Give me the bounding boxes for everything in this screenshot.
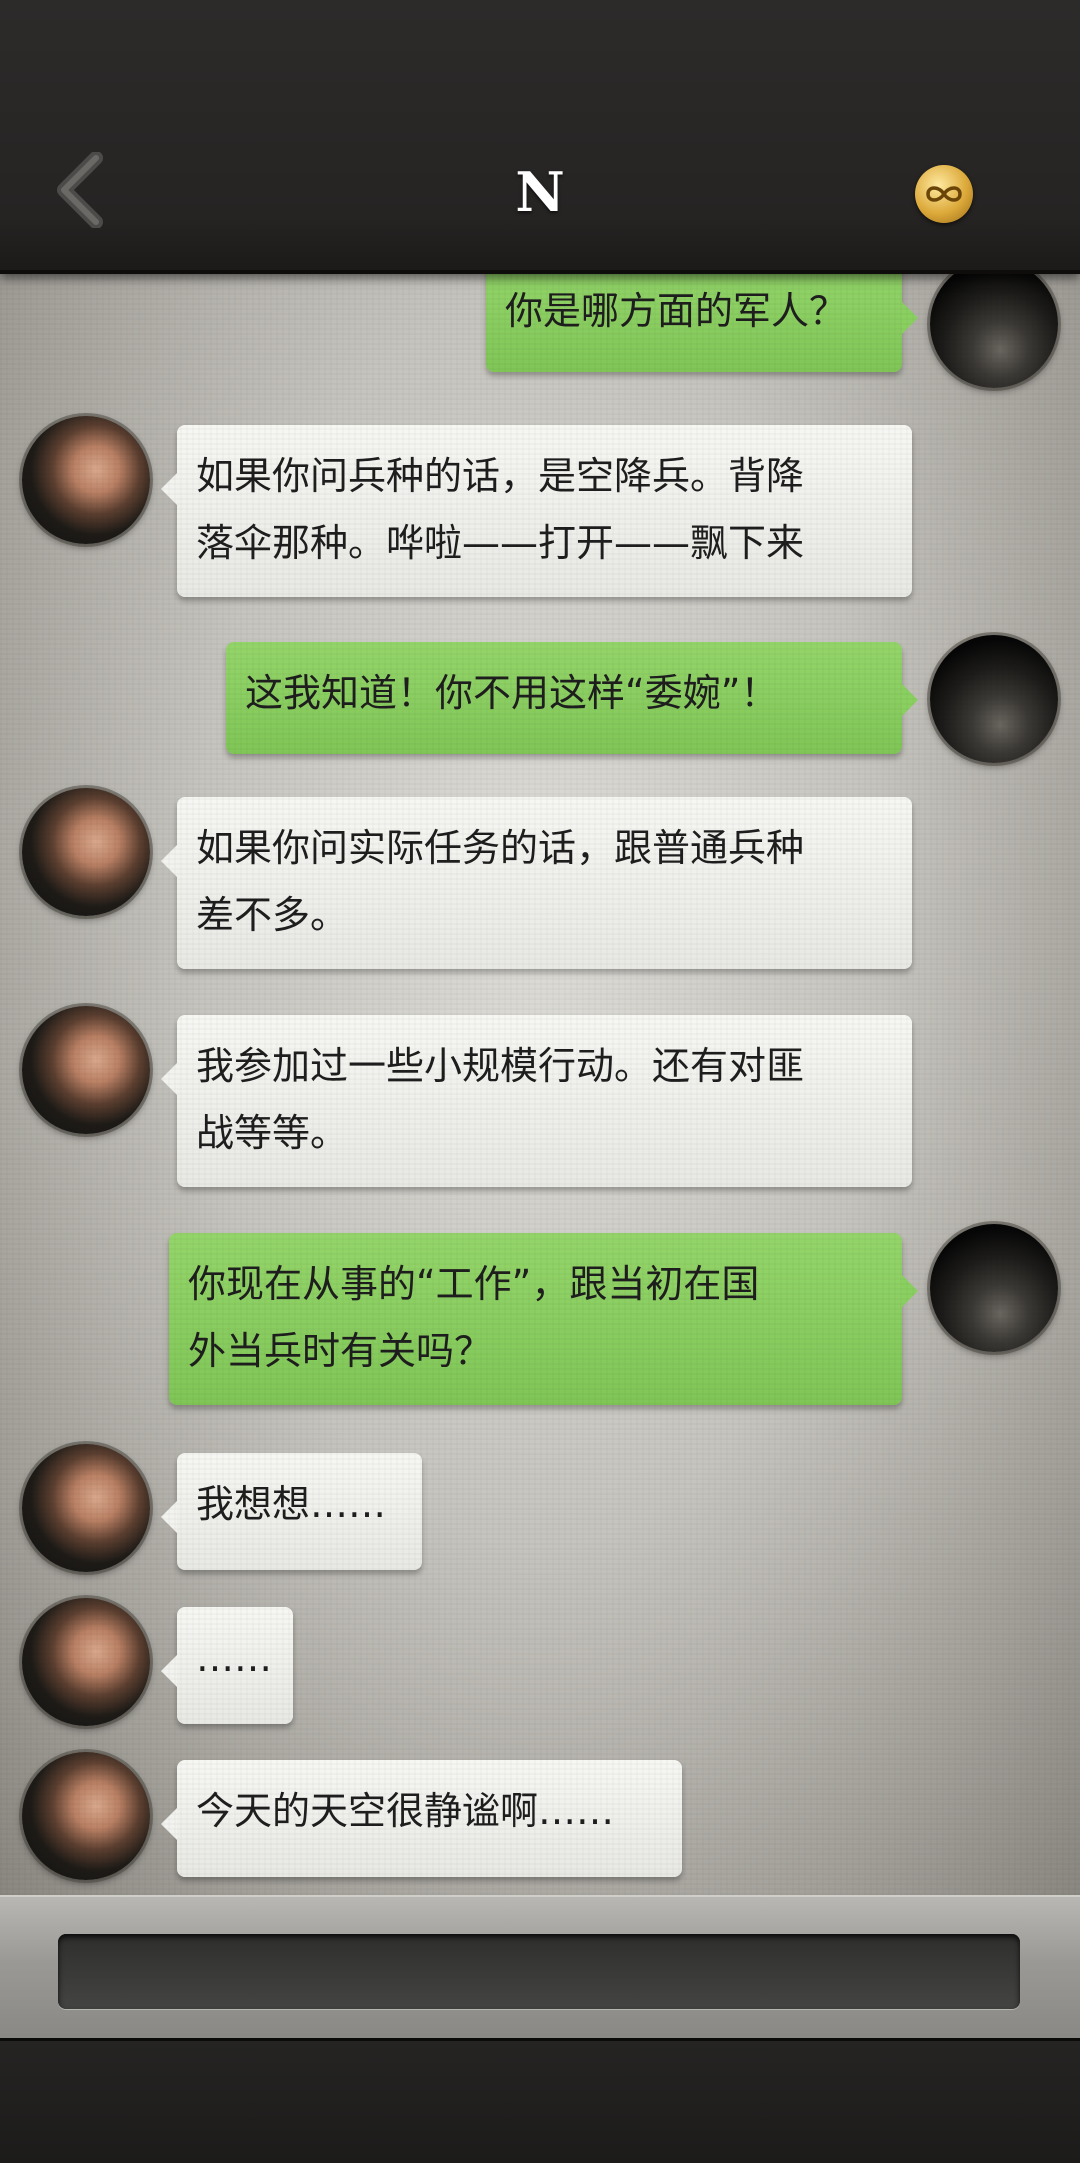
message-bubble-received: 我想想…… xyxy=(161,1453,422,1570)
message-text: 你现在从事的“工作”，跟当初在国 xyxy=(188,1262,760,1306)
message-text: …… xyxy=(196,1636,272,1680)
message-text: 外当兵时有关吗？ xyxy=(188,1329,493,1373)
contact-avatar[interactable] xyxy=(22,1006,150,1134)
message-text: 我想想…… xyxy=(196,1482,387,1526)
message-bubble-received: 我参加过一些小规模行动。还有对匪 战等等。 xyxy=(161,1015,912,1187)
message-text: 战等等。 xyxy=(196,1111,349,1155)
contact-avatar[interactable] xyxy=(22,1752,150,1880)
message-bubble-sent: 这我知道！你不用这样“委婉”！ xyxy=(226,642,918,754)
contact-avatar[interactable] xyxy=(22,1598,150,1726)
message-bubble-received: …… xyxy=(161,1607,293,1724)
contact-avatar[interactable] xyxy=(22,416,150,544)
message-bubble-sent: 你现在从事的“工作”，跟当初在国 外当兵时有关吗？ xyxy=(169,1233,918,1405)
message-text: 我参加过一些小规模行动。还有对匪 xyxy=(196,1044,805,1088)
message-text: 这我知道！你不用这样“委婉”！ xyxy=(245,671,779,715)
message-input[interactable] xyxy=(58,1934,1020,2009)
my-avatar[interactable] xyxy=(930,635,1058,763)
message-text: 如果你问实际任务的话，跟普通兵种 xyxy=(196,826,805,870)
chat-area[interactable]: 你是哪方面的军人？ 如果你问兵种的话，是空降兵。背降 落伞那种。哗啦——打开——… xyxy=(0,270,1080,1895)
infinity-badge-icon xyxy=(926,186,962,202)
bottom-panel xyxy=(0,2038,1080,2163)
message-text: 今天的天空很静谧啊…… xyxy=(196,1789,615,1833)
message-text: 差不多。 xyxy=(196,893,349,937)
message-bubble-sent: 你是哪方面的军人？ xyxy=(486,270,918,372)
input-bar xyxy=(0,1895,1080,2040)
contact-avatar[interactable] xyxy=(22,1444,150,1572)
message-text: 如果你问兵种的话，是空降兵。背降 xyxy=(196,454,805,498)
message-text: 落伞那种。哗啦——打开——飘下来 xyxy=(196,521,805,565)
menu-button[interactable] xyxy=(915,165,973,223)
top-bar: N xyxy=(0,0,1080,274)
message-bubble-received: 如果你问兵种的话，是空降兵。背降 落伞那种。哗啦——打开——飘下来 xyxy=(161,425,912,597)
message-bubble-received: 如果你问实际任务的话，跟普通兵种 差不多。 xyxy=(161,797,912,969)
message-bubble-received: 今天的天空很静谧啊…… xyxy=(161,1760,682,1877)
message-text: 你是哪方面的军人？ xyxy=(505,289,848,333)
contact-avatar[interactable] xyxy=(22,788,150,916)
my-avatar[interactable] xyxy=(930,1224,1058,1352)
my-avatar[interactable] xyxy=(930,270,1058,388)
